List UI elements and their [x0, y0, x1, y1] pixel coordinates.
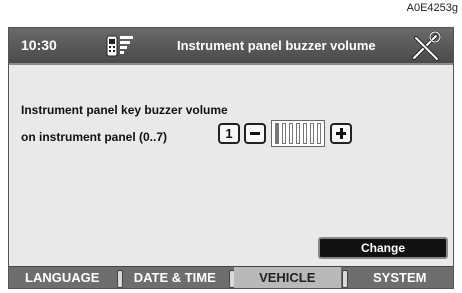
- change-button[interactable]: Change: [318, 237, 448, 259]
- phone-signal-icon: [106, 35, 133, 57]
- volume-value: 1: [218, 123, 240, 144]
- figure-reference-code: A0E4253g: [406, 2, 458, 14]
- header-bar: 10:30 Instrument panel buzzer volume: [9, 28, 453, 65]
- tab-system[interactable]: SYSTEM: [347, 267, 454, 288]
- volume-level-segment: [289, 123, 293, 144]
- tab-vehicle[interactable]: VEHICLE: [234, 267, 341, 288]
- volume-level-segment: [317, 123, 321, 144]
- volume-level-segment: [275, 123, 279, 144]
- volume-level-segment: [296, 123, 300, 144]
- volume-level-bar: [271, 120, 325, 147]
- tab-date-time[interactable]: DATE & TIME: [122, 267, 229, 288]
- clock: 10:30: [21, 37, 57, 53]
- volume-level-segment: [303, 123, 307, 144]
- setting-label: Instrument panel key buzzer volume: [21, 103, 228, 117]
- tab-language[interactable]: LANGUAGE: [9, 267, 116, 288]
- decrease-button[interactable]: [244, 123, 266, 144]
- bottom-tab-bar: LANGUAGE DATE & TIME VEHICLE SYSTEM: [9, 266, 453, 288]
- volume-level-segment: [310, 123, 314, 144]
- display-screen: 10:30 Instrument panel buzzer volume Ins…: [8, 27, 454, 289]
- screen-title: Instrument panel buzzer volume: [177, 38, 376, 53]
- increase-button[interactable]: [330, 123, 352, 144]
- tools-icon[interactable]: [409, 31, 443, 63]
- volume-level-segment: [282, 123, 286, 144]
- setting-range-label: on instrument panel (0..7): [21, 130, 168, 144]
